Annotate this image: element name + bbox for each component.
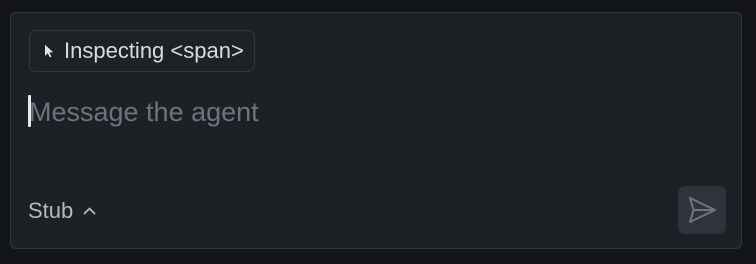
model-selector[interactable]: Stub	[28, 196, 96, 226]
send-icon	[689, 197, 716, 223]
inspecting-label: Inspecting <span>	[64, 38, 244, 63]
message-input-area[interactable]	[27, 92, 717, 132]
text-caret	[28, 95, 31, 127]
inspecting-context-chip[interactable]: Inspecting <span>	[29, 30, 255, 72]
chevron-up-icon	[83, 207, 96, 215]
cursor-pointer-icon	[45, 44, 54, 58]
message-composer: Inspecting <span> Stub	[10, 12, 742, 249]
message-input[interactable]	[27, 92, 717, 132]
send-button[interactable]	[678, 186, 726, 234]
model-selector-label: Stub	[28, 198, 74, 223]
